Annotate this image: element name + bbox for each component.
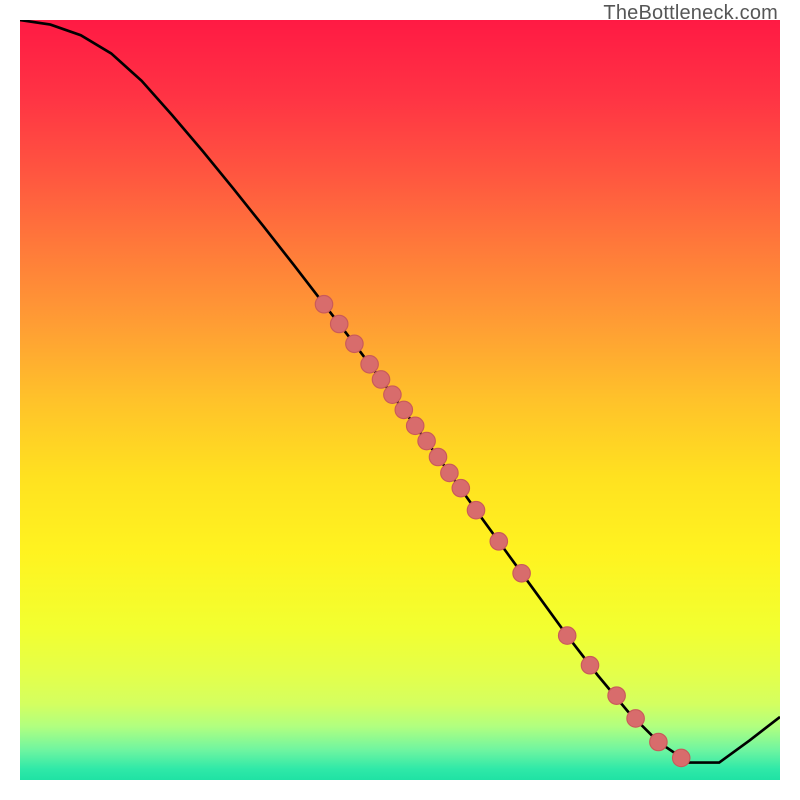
data-point	[490, 533, 507, 550]
data-point	[513, 565, 530, 582]
data-point	[558, 627, 575, 644]
data-point	[346, 335, 363, 352]
data-point	[330, 315, 347, 332]
data-point	[627, 710, 644, 727]
data-point	[608, 687, 625, 704]
data-point	[361, 356, 378, 373]
data-point	[395, 401, 412, 418]
data-point-group	[315, 296, 690, 767]
chart-curve-layer	[20, 20, 780, 780]
data-point	[441, 464, 458, 481]
data-point	[315, 296, 332, 313]
data-point	[467, 501, 484, 518]
data-point	[372, 371, 389, 388]
data-point	[581, 657, 598, 674]
data-point	[406, 417, 423, 434]
chart-plot-area	[20, 20, 780, 780]
data-point	[418, 432, 435, 449]
data-point	[650, 733, 667, 750]
data-point	[672, 749, 689, 766]
data-point	[384, 386, 401, 403]
data-point	[452, 479, 469, 496]
data-point	[429, 448, 446, 465]
